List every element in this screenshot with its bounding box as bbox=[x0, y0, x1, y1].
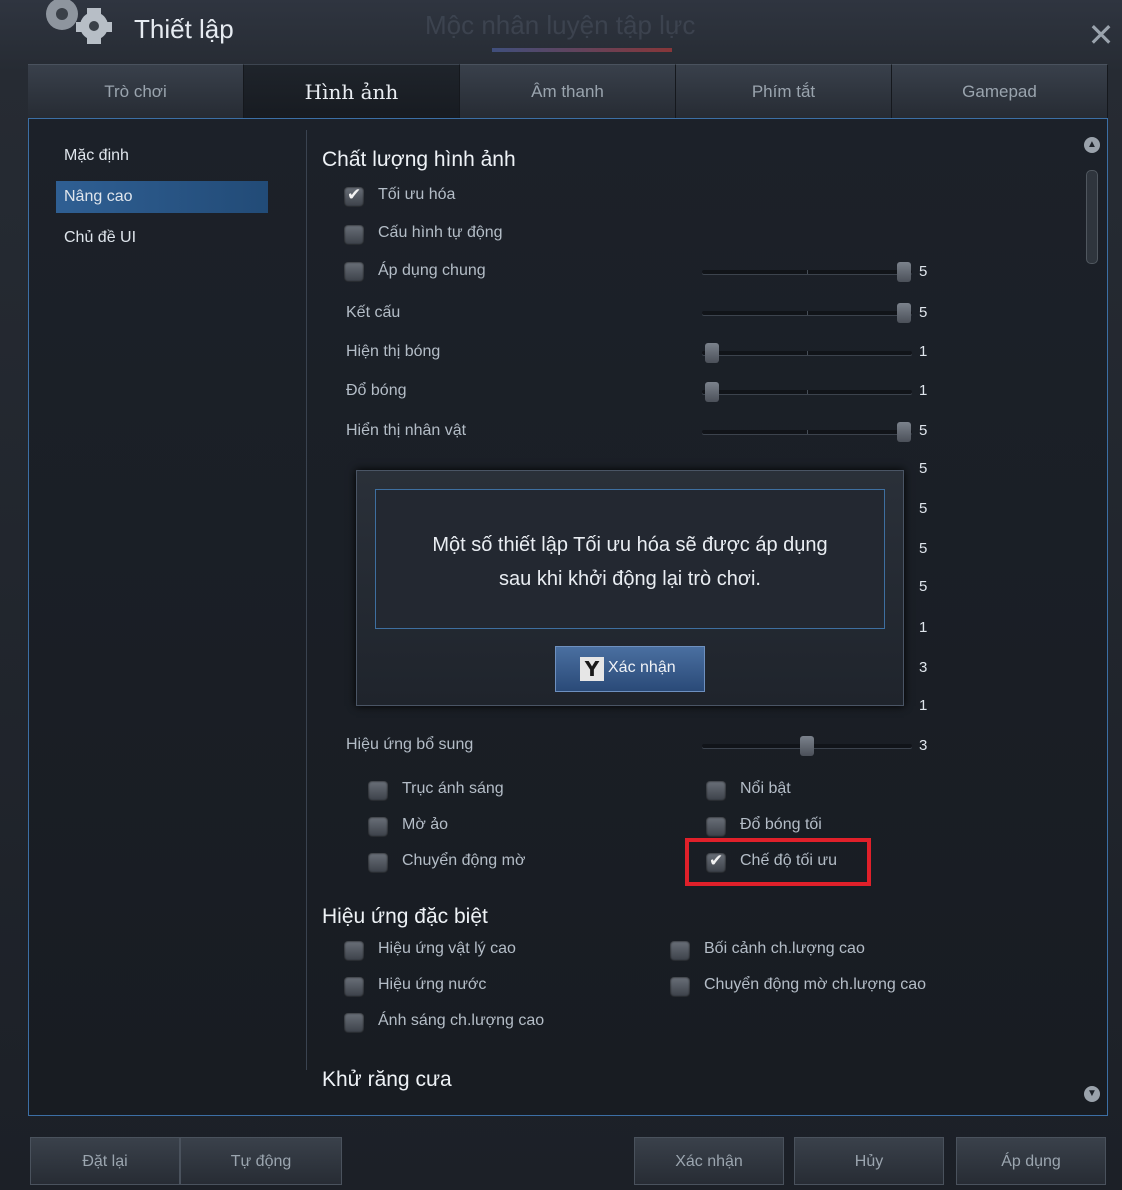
checkbox-hq-motion-blur[interactable] bbox=[670, 977, 690, 997]
apply-button[interactable]: Áp dụng bbox=[956, 1137, 1106, 1185]
confirm-dialog: Một số thiết lập Tối ưu hóa sẽ được áp d… bbox=[356, 470, 904, 706]
checkbox-blur[interactable] bbox=[368, 817, 388, 837]
checkbox-motion-blur[interactable] bbox=[368, 853, 388, 873]
tab-graphics[interactable]: Hình ảnh bbox=[244, 64, 460, 119]
value-texture: 5 bbox=[919, 304, 928, 321]
dialog-confirm-button[interactable]: Y Xác nhận bbox=[555, 646, 705, 692]
value-extra-effects: 3 bbox=[919, 737, 928, 754]
slider-extra-effects[interactable] bbox=[702, 736, 912, 756]
settings-window: Thiết lập Mộc nhân luyện tập lực ✕ Trò c… bbox=[0, 0, 1122, 1190]
section-title-special-effects: Hiệu ứng đặc biệt bbox=[322, 905, 488, 928]
label-hq-scene: Bối cảnh ch.lượng cao bbox=[704, 940, 865, 957]
label-shadow-display: Hiện thị bóng bbox=[346, 343, 441, 360]
value-cast-shadow: 1 bbox=[919, 382, 928, 399]
dialog-confirm-label: Xác nhận bbox=[608, 659, 676, 676]
label-texture: Kết cấu bbox=[346, 304, 401, 321]
reset-button[interactable]: Đặt lại bbox=[30, 1137, 180, 1185]
label-auto-config: Cấu hình tự động bbox=[378, 224, 503, 241]
value-shadow-display: 1 bbox=[919, 343, 928, 360]
confirm-button[interactable]: Xác nhận bbox=[634, 1137, 784, 1185]
background-game-title: Mộc nhân luyện tập lực bbox=[425, 10, 696, 40]
dialog-body: Một số thiết lập Tối ưu hóa sẽ được áp d… bbox=[375, 489, 885, 629]
checkbox-water-effects[interactable] bbox=[344, 977, 364, 997]
sidebar-item-advanced[interactable]: Nâng cao bbox=[56, 181, 268, 213]
value-hidden-row: 3 bbox=[919, 659, 928, 676]
slider-thumb[interactable] bbox=[897, 262, 911, 282]
tab-sound[interactable]: Âm thanh bbox=[460, 64, 676, 119]
slider-cast-shadow[interactable] bbox=[702, 382, 912, 402]
value-hidden-row: 1 bbox=[919, 619, 928, 636]
label-cast-shadow: Đổ bóng bbox=[346, 382, 407, 399]
label-hq-lighting: Ánh sáng ch.lượng cao bbox=[378, 1012, 545, 1029]
value-character-display: 5 bbox=[919, 422, 928, 439]
label-hq-motion-blur: Chuyển động mờ ch.lượng cao bbox=[704, 976, 927, 993]
label-water-effects: Hiệu ứng nước bbox=[378, 976, 487, 993]
scroll-up-icon[interactable]: ▲ bbox=[1084, 137, 1100, 153]
gear-icon bbox=[46, 0, 112, 44]
slider-texture[interactable] bbox=[702, 303, 912, 323]
divider bbox=[306, 130, 307, 1070]
value-hidden-row: 1 bbox=[919, 697, 928, 714]
label-apply-general: Áp dụng chung bbox=[378, 262, 486, 279]
slider-character-display[interactable] bbox=[702, 422, 912, 442]
label-light-shafts: Trục ánh sáng bbox=[402, 780, 504, 797]
title-bar: Thiết lập Mộc nhân luyện tập lực ✕ bbox=[0, 0, 1122, 62]
checkbox-light-shafts[interactable] bbox=[368, 781, 388, 801]
slider-thumb[interactable] bbox=[705, 343, 719, 363]
scrollbar-thumb[interactable] bbox=[1086, 170, 1098, 264]
y-key-icon: Y bbox=[580, 657, 604, 681]
slider-shadow-display[interactable] bbox=[702, 343, 912, 363]
label-optimize: Tối ưu hóa bbox=[378, 186, 456, 203]
label-blur: Mờ ảo bbox=[402, 816, 449, 833]
label-dark-shadow: Đổ bóng tối bbox=[740, 816, 822, 833]
section-title-antialias: Khử răng cưa bbox=[322, 1068, 452, 1091]
checkbox-apply-general[interactable] bbox=[344, 262, 364, 282]
checkbox-dark-shadow[interactable] bbox=[706, 817, 726, 837]
value-apply-general: 5 bbox=[919, 263, 928, 280]
sidebar-item-ui-theme[interactable]: Chủ đề UI bbox=[56, 222, 276, 254]
value-hidden-row: 5 bbox=[919, 540, 928, 557]
label-motion-blur: Chuyển động mờ bbox=[402, 852, 526, 869]
checkbox-bloom[interactable] bbox=[706, 781, 726, 801]
slider-apply-general[interactable] bbox=[702, 262, 912, 282]
slider-thumb[interactable] bbox=[705, 382, 719, 402]
slider-thumb[interactable] bbox=[897, 303, 911, 323]
slider-thumb[interactable] bbox=[897, 422, 911, 442]
checkbox-hq-lighting[interactable] bbox=[344, 1013, 364, 1033]
window-title: Thiết lập bbox=[134, 14, 234, 44]
sidebar: Mặc định Nâng cao Chủ đề UI bbox=[56, 140, 276, 263]
section-title-image-quality: Chất lượng hình ảnh bbox=[322, 148, 516, 171]
highlight-annotation bbox=[685, 838, 871, 886]
close-button[interactable]: ✕ bbox=[1086, 19, 1116, 51]
checkbox-high-physics[interactable] bbox=[344, 941, 364, 961]
value-hidden-row: 5 bbox=[919, 578, 928, 595]
dialog-message: Một số thiết lập Tối ưu hóa sẽ được áp d… bbox=[432, 534, 828, 590]
slider-thumb[interactable] bbox=[800, 736, 814, 756]
sidebar-item-default[interactable]: Mặc định bbox=[56, 140, 276, 172]
value-hidden-row: 5 bbox=[919, 460, 928, 477]
auto-button[interactable]: Tự động bbox=[180, 1137, 342, 1185]
background-health-bar bbox=[492, 48, 672, 52]
scroll-down-icon[interactable]: ▼ bbox=[1084, 1086, 1100, 1102]
checkbox-auto-config[interactable] bbox=[344, 225, 364, 245]
label-bloom: Nổi bật bbox=[740, 780, 791, 797]
cancel-button[interactable]: Hủy bbox=[794, 1137, 944, 1185]
label-extra-effects: Hiệu ứng bổ sung bbox=[346, 736, 474, 753]
tab-game[interactable]: Trò chơi bbox=[28, 64, 244, 119]
label-high-physics: Hiệu ứng vật lý cao bbox=[378, 940, 516, 957]
checkbox-hq-scene[interactable] bbox=[670, 941, 690, 961]
label-character-display: Hiển thị nhân vật bbox=[346, 422, 467, 439]
value-hidden-row: 5 bbox=[919, 500, 928, 517]
tab-gamepad[interactable]: Gamepad bbox=[892, 64, 1108, 119]
checkbox-optimize[interactable] bbox=[344, 185, 364, 207]
tab-bar: Trò chơi Hình ảnh Âm thanh Phím tắt Game… bbox=[28, 64, 1108, 119]
tab-hotkeys[interactable]: Phím tắt bbox=[676, 64, 892, 119]
